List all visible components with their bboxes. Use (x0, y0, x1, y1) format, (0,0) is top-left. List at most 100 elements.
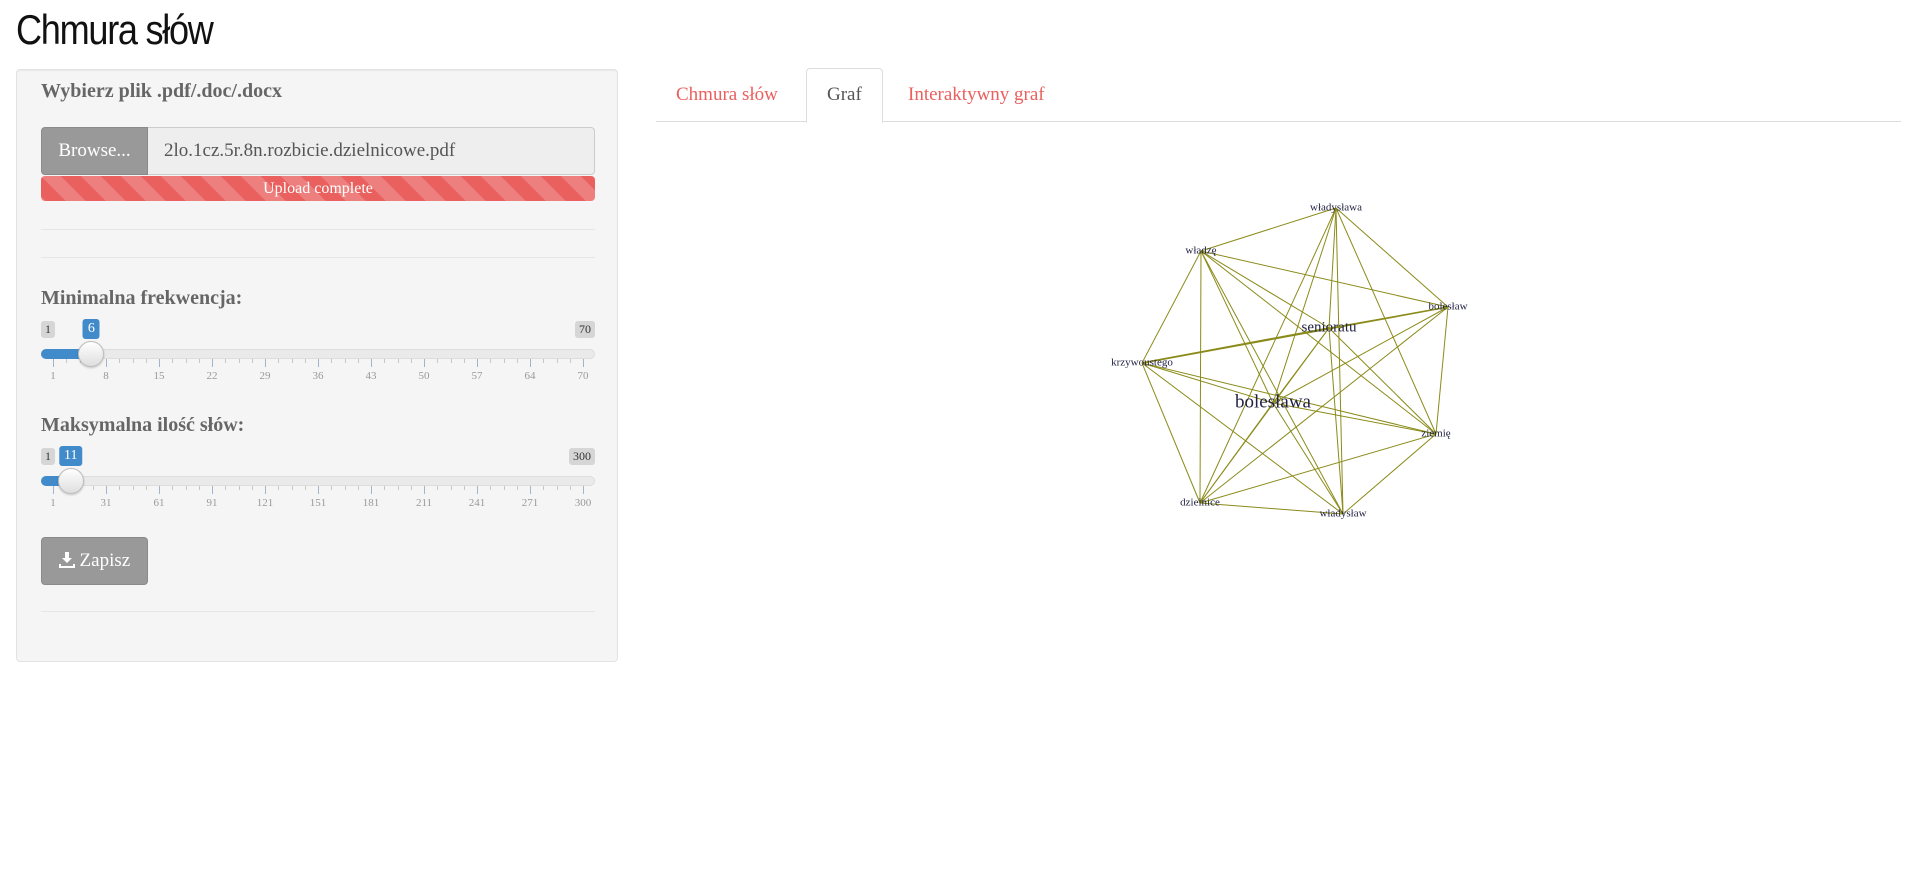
tab-graph[interactable]: Graf (806, 68, 883, 123)
slider-max-value: 70 (575, 321, 595, 338)
slider-tick-label: 8 (103, 370, 109, 382)
sidebar-panel: Wybierz plik .pdf/.doc/.docx Browse... 2… (16, 69, 618, 662)
slider-tick (556, 486, 558, 490)
slider-tick-label: 91 (206, 497, 218, 509)
graph-edge (1141, 362, 1344, 515)
slider-tick (583, 486, 584, 494)
slider-tick (543, 359, 545, 363)
slider-tick (530, 486, 531, 494)
graph-edge (1199, 433, 1437, 504)
slider-track[interactable] (41, 349, 595, 359)
slider-handle[interactable] (78, 341, 105, 367)
slider-tick (132, 486, 134, 490)
slider-tick (490, 359, 492, 363)
slider-tick (278, 359, 280, 363)
slider-tick (569, 359, 571, 363)
slider-tick (106, 359, 107, 367)
graph-edge (1200, 250, 1449, 308)
upload-progress-bar: Upload complete (41, 176, 595, 201)
slider-tick-label: 22 (206, 370, 218, 382)
slider-tick (490, 486, 492, 490)
slider-tick-label: 121 (256, 497, 274, 509)
slider-tick (331, 359, 333, 363)
slider-track[interactable] (41, 476, 595, 486)
slider-tick (238, 359, 240, 363)
file-name-field[interactable]: 2lo.1cz.5r.8n.rozbicie.dzielnicowe.pdf (148, 127, 595, 175)
slider-tick (503, 359, 505, 363)
slider-max-value: 300 (569, 448, 595, 465)
graph-node-label: senioratu (1302, 319, 1357, 335)
slider-current-value: 6 (82, 319, 100, 339)
slider-handle[interactable] (57, 468, 84, 494)
graph-edge (1435, 306, 1449, 435)
slider-tick (344, 486, 346, 490)
slider-tick-label: 151 (309, 497, 327, 509)
slider-tick (371, 359, 372, 367)
graph-node-label: władysław (1319, 508, 1366, 520)
slider-tick-label: 50 (418, 370, 430, 382)
slider-tick (145, 486, 147, 490)
slider-tick (516, 486, 518, 490)
slider-tick-label: 211 (415, 497, 433, 509)
slider-tick (463, 359, 465, 363)
file-input-label: Wybierz plik .pdf/.doc/.docx (41, 80, 282, 102)
graph-node-label: władzę (1185, 245, 1216, 257)
slider-tick (424, 359, 425, 367)
slider-tick (424, 486, 425, 494)
slider-tick (397, 359, 399, 363)
slider-tick (132, 359, 134, 363)
slider-tick (66, 359, 68, 363)
slider-min-value: 1 (41, 448, 55, 465)
slider-tick (437, 486, 439, 490)
slider-tick (251, 486, 253, 490)
save-button-label: Zapisz (79, 550, 131, 571)
slider-tick-label: 43 (365, 370, 377, 382)
tab-bar: Chmura słów Graf Interaktywny graf (656, 68, 1901, 123)
slider-tick (530, 359, 531, 367)
file-input-group[interactable]: Browse... 2lo.1cz.5r.8n.rozbicie.dzielni… (41, 127, 595, 175)
divider (41, 611, 595, 612)
slider-tick-label: 241 (468, 497, 486, 509)
slider-tick (53, 486, 54, 494)
slider-tick-label: 1 (50, 370, 56, 382)
min-frequency-label: Minimalna frekwencja: (41, 287, 243, 309)
graph-edge (1272, 402, 1344, 515)
slider-tick (463, 486, 465, 490)
slider-tick (397, 486, 399, 490)
download-icon (58, 550, 80, 571)
slider-tick (198, 359, 200, 363)
graph-edge (1199, 207, 1337, 504)
slider-tick (477, 359, 478, 367)
tab-interactive-graph[interactable]: Interaktywny graf (888, 68, 1065, 122)
min-frequency-slider[interactable]: 1 70 6 1 8 15 22 29 36 43 50 57 64 70 (41, 319, 595, 391)
slider-tick-label: 271 (521, 497, 539, 509)
slider-tick-label: 300 (574, 497, 592, 509)
graph-node-label: bolesława (1235, 391, 1312, 412)
slider-tick-label: 64 (524, 370, 536, 382)
slider-tick (251, 359, 253, 363)
tab-word-cloud[interactable]: Chmura słów (656, 68, 798, 122)
slider-tick (304, 486, 306, 490)
slider-tick (477, 486, 478, 494)
slider-tick (291, 486, 293, 490)
save-button[interactable]: Zapisz (41, 537, 148, 585)
slider-tick (318, 486, 319, 494)
graph-edge (1335, 207, 1449, 308)
divider (41, 229, 595, 230)
slider-tick (53, 359, 54, 367)
slider-tick-label: 1 (50, 497, 56, 509)
slider-tick (265, 486, 266, 494)
slider-tick (344, 359, 346, 363)
slider-tick (159, 359, 160, 367)
slider-tick (569, 486, 571, 490)
graph-node-label: dzielnice (1180, 497, 1220, 509)
slider-tick (225, 359, 227, 363)
slider-current-value: 11 (58, 446, 83, 466)
slider-tick-label: 181 (362, 497, 380, 509)
slider-tick (265, 359, 266, 367)
browse-button[interactable]: Browse... (41, 127, 148, 175)
slider-tick (185, 359, 187, 363)
slider-tick (384, 486, 386, 490)
max-words-slider[interactable]: 1 300 11 1 31 61 91 121 151 181 211 241 271 300 (41, 446, 595, 518)
slider-tick (225, 486, 227, 490)
